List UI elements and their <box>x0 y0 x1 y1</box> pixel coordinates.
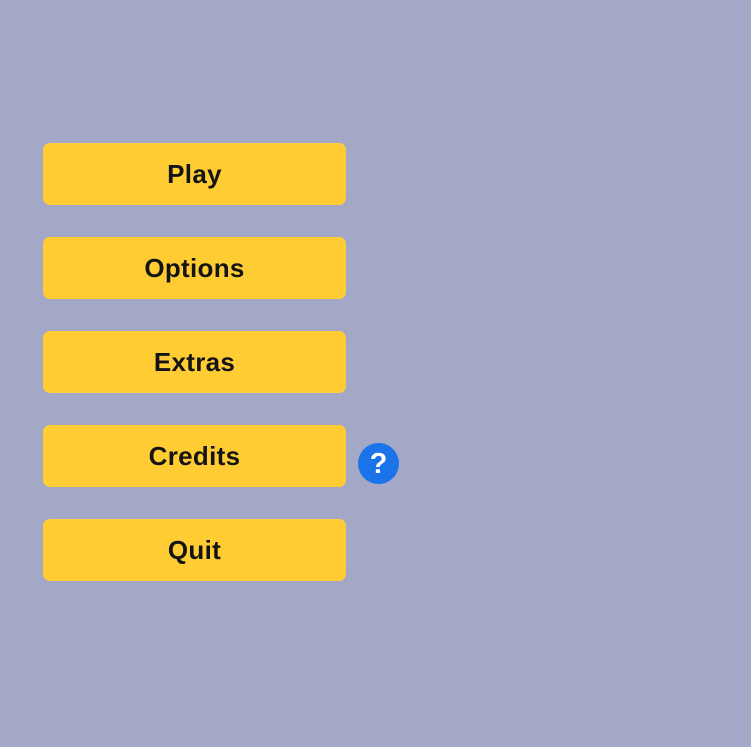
play-button[interactable]: Play <box>43 143 346 205</box>
extras-button-label: Extras <box>153 347 236 377</box>
quit-button-label: Quit <box>167 535 222 565</box>
main-menu-screen: Play Options Extras Credits ? Quit <box>0 0 751 747</box>
quit-button[interactable]: Quit <box>43 519 346 581</box>
extras-button[interactable]: Extras <box>43 331 346 393</box>
question-mark-icon[interactable]: ? <box>358 443 399 484</box>
options-button-label: Options <box>144 253 245 283</box>
help-icon-glyph: ? <box>369 447 388 480</box>
play-button-label: Play <box>167 159 222 189</box>
credits-button[interactable]: Credits <box>43 425 346 487</box>
credits-button-label: Credits <box>148 441 241 471</box>
options-button[interactable]: Options <box>43 237 346 299</box>
